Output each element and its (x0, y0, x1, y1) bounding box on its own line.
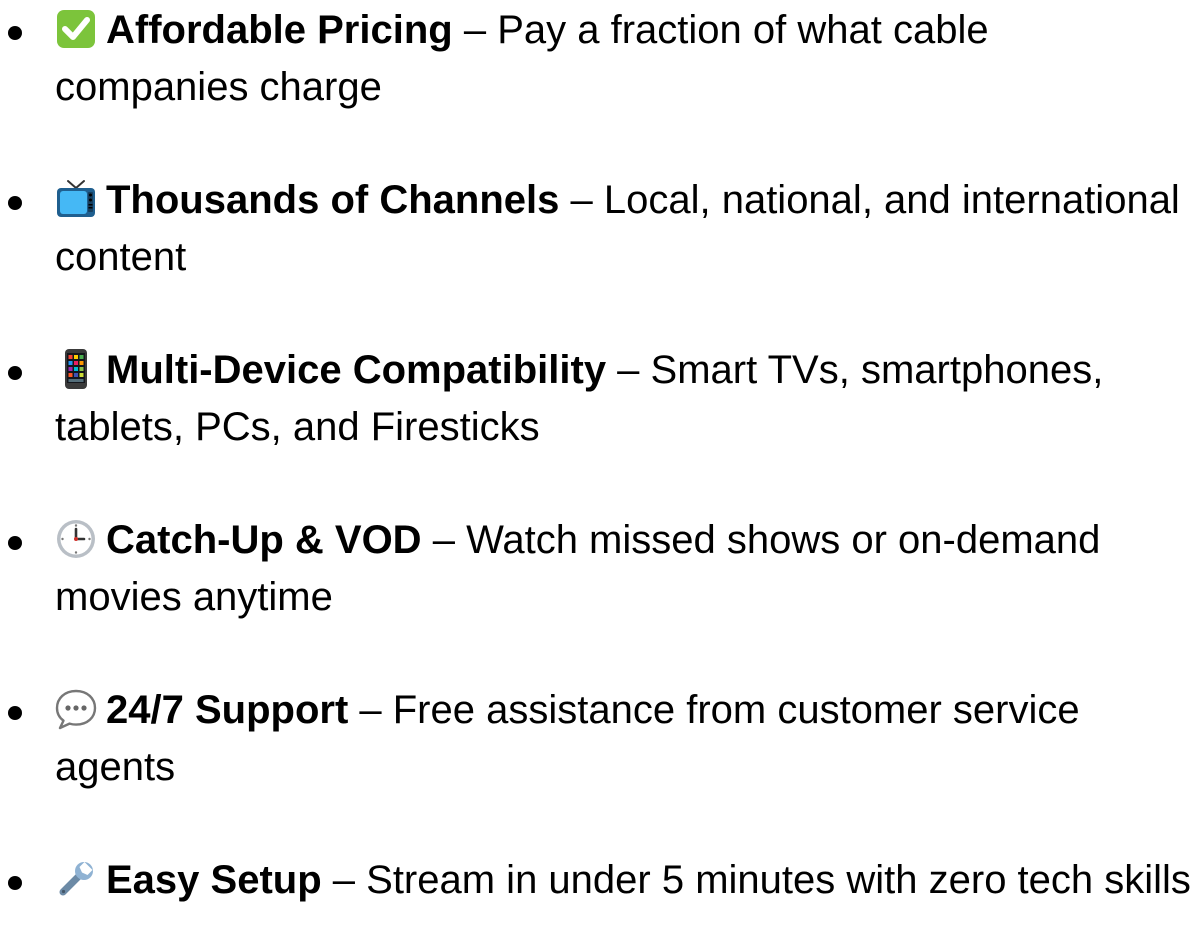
speech-balloon-icon (55, 688, 97, 730)
feature-separator: – (559, 178, 604, 222)
bullet-point (8, 536, 22, 550)
clock-icon (55, 518, 97, 560)
feature-item-24-7-support: 24/7 Support – Free assistance from cust… (8, 682, 1191, 796)
feature-title: Easy Setup (106, 858, 322, 902)
bullet-point (8, 876, 22, 890)
television-icon (55, 178, 97, 220)
bullet-point (8, 26, 22, 40)
feature-item-affordable-pricing: Affordable Pricing – Pay a fraction of w… (8, 2, 1191, 116)
feature-item-multi-device-compatibility: Multi-Device Compatibility – Smart TVs, … (8, 342, 1191, 456)
feature-title: 24/7 Support (106, 688, 349, 732)
bullet-point (8, 706, 22, 720)
feature-title: Thousands of Channels (106, 178, 560, 222)
feature-separator: – (321, 858, 367, 902)
feature-item-easy-setup: Easy Setup – Stream in under 5 minutes w… (8, 852, 1191, 909)
feature-item-thousands-of-channels: Thousands of Channels – Local, national,… (8, 172, 1191, 286)
feature-title: Multi-Device Compatibility (106, 348, 607, 392)
feature-separator: – (348, 688, 393, 732)
feature-title: Affordable Pricing (106, 8, 453, 52)
feature-description: Stream in under 5 minutes with zero tech… (366, 858, 1191, 902)
feature-separator: – (421, 518, 467, 562)
feature-separator: – (452, 8, 498, 52)
bullet-point (8, 196, 22, 210)
wrench-icon (55, 858, 97, 900)
feature-separator: – (606, 348, 651, 392)
feature-title: Catch-Up & VOD (106, 518, 422, 562)
mobile-phone-icon (55, 348, 97, 390)
bullet-point (8, 366, 22, 380)
check-mark-button-icon (55, 8, 97, 50)
feature-item-catch-up-vod: Catch-Up & VOD – Watch missed shows or o… (8, 512, 1191, 626)
